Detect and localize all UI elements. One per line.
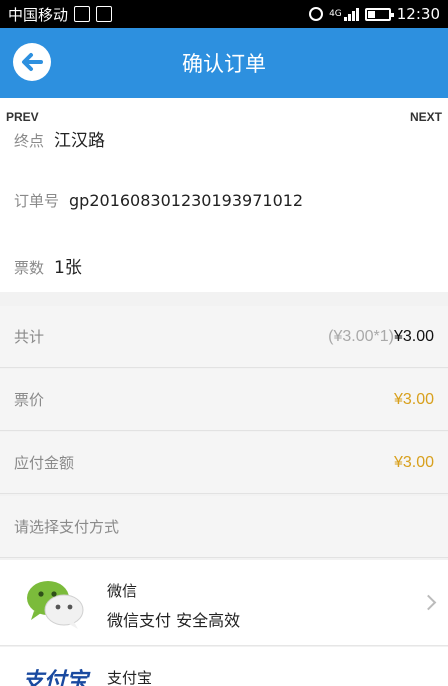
wechat-pay-desc: 微信支付 安全高效 <box>107 611 241 630</box>
payable-row: 应付金额 ¥3.00 <box>0 432 448 494</box>
prev-button[interactable]: PREV <box>6 110 39 124</box>
price-label: 票价 <box>14 391 45 409</box>
app-header: 确认订单 <box>0 28 448 98</box>
order-number-value: gp20160830123019397101​2 <box>69 191 304 210</box>
order-number-row: 订单号 gp20160830123019397101​2 <box>14 190 303 211</box>
status-bar: 中国移动 4G 12:30 <box>0 0 448 28</box>
destination-row: 终点 江汉路 <box>14 126 105 151</box>
carrier-label: 中国移动 <box>8 5 69 24</box>
tickets-value: 1张 <box>54 258 82 278</box>
alipay-icon: 支付宝 <box>22 669 89 686</box>
wechat-icon <box>27 581 84 629</box>
order-number-label: 订单号 <box>14 192 60 210</box>
price-value: ¥3.00 <box>393 390 434 408</box>
wechat-pay-text: 微信 微信支付 安全高效 <box>107 580 240 631</box>
back-button[interactable] <box>13 43 51 81</box>
wechat-pay-name: 微信 <box>107 582 138 600</box>
image-notification-icon <box>74 6 91 22</box>
alipay-name: 支付宝 <box>107 669 153 686</box>
tickets-row: 票数 1张 <box>14 253 82 278</box>
wechat-pay-option[interactable]: 微信 微信支付 安全高效 <box>0 560 448 646</box>
payment-section-header: 请选择支付方式 <box>0 496 448 558</box>
back-arrow-icon <box>22 53 43 71</box>
total-amount: (¥3.00*1)¥3.00 <box>328 328 434 346</box>
network-type-label: 4G <box>329 9 342 19</box>
payment-section-label: 请选择支付方式 <box>14 518 120 536</box>
signal-icon <box>343 7 359 21</box>
alipay-option[interactable]: 支付宝 支付宝 <box>0 647 448 686</box>
alipay-text: 支付宝 <box>107 667 152 686</box>
battery-icon <box>364 7 394 21</box>
payable-label: 应付金额 <box>14 454 75 472</box>
total-row: 共计 (¥3.00*1)¥3.00 <box>0 306 448 368</box>
wifi-notification-icon <box>96 6 113 22</box>
next-button[interactable]: NEXT <box>410 110 442 124</box>
page-title: 确认订单 <box>182 53 266 76</box>
order-info-panel: PREV NEXT 终点 江汉路 订单号 gp20160830123019397… <box>0 98 448 292</box>
destination-value: 江汉路 <box>54 131 106 151</box>
tickets-label: 票数 <box>14 259 45 277</box>
clock: 12:30 <box>396 5 440 23</box>
chevron-right-icon <box>420 594 437 611</box>
price-row: 票价 ¥3.00 <box>0 369 448 431</box>
total-value: ¥3.00 <box>393 327 434 345</box>
payable-value: ¥3.00 <box>393 453 434 471</box>
total-label: 共计 <box>14 328 45 346</box>
total-detail: (¥3.00*1) <box>328 327 394 345</box>
destination-label: 终点 <box>14 132 45 150</box>
alarm-icon <box>309 7 324 21</box>
